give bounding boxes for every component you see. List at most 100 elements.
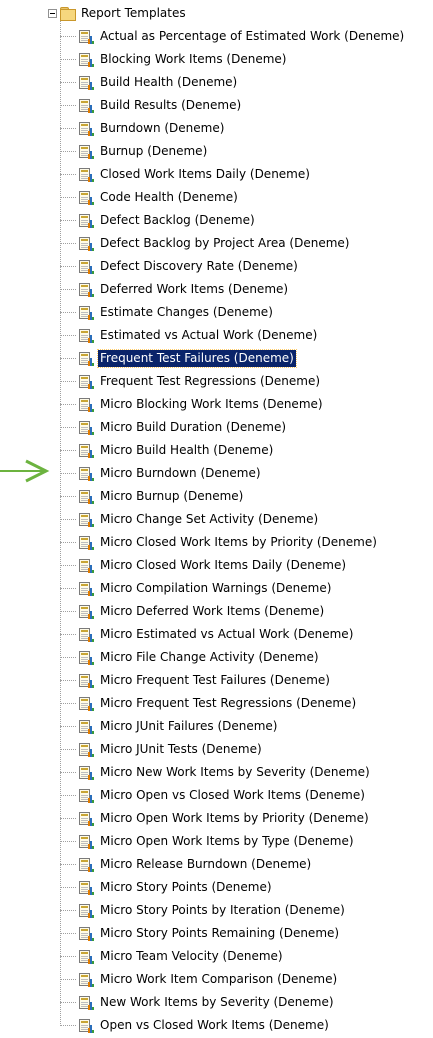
tree-connector xyxy=(60,220,76,221)
tree-item-report-template[interactable]: Micro File Change Activity (Deneme) xyxy=(60,646,321,669)
report-template-icon xyxy=(78,236,94,252)
tree-connector xyxy=(60,726,76,727)
report-template-icon xyxy=(78,190,94,206)
tree-item-report-template[interactable]: Micro Frequent Test Failures (Deneme) xyxy=(60,669,332,692)
tree-item-report-template[interactable]: Burndown (Deneme) xyxy=(60,117,226,140)
tree-item-label: Micro File Change Activity (Deneme) xyxy=(100,650,319,664)
tree-connector xyxy=(60,749,76,750)
tree-item-report-template[interactable]: Defect Backlog (Deneme) xyxy=(60,209,257,232)
tree-item-report-template[interactable]: Open vs Closed Work Items (Deneme) xyxy=(60,1014,331,1037)
collapse-minus-icon[interactable] xyxy=(48,8,57,18)
tree-item-label: Micro Release Burndown (Deneme) xyxy=(100,857,312,871)
tree-item-label: Build Results (Deneme) xyxy=(100,98,242,112)
tree-item-label: Micro Team Velocity (Deneme) xyxy=(100,949,283,963)
tree-item-report-template[interactable]: Closed Work Items Daily (Deneme) xyxy=(60,163,312,186)
tree-connector xyxy=(60,450,76,451)
tree-item-report-template[interactable]: Micro Work Item Comparison (Deneme) xyxy=(60,968,339,991)
report-template-icon xyxy=(78,1018,94,1034)
report-template-icon xyxy=(78,282,94,298)
tree-item-report-template[interactable]: Actual as Percentage of Estimated Work (… xyxy=(60,25,406,48)
report-template-icon xyxy=(78,742,94,758)
tree-item-report-template[interactable]: Defect Discovery Rate (Deneme) xyxy=(60,255,300,278)
tree-item-label: Micro Closed Work Items by Priority (Den… xyxy=(100,535,377,549)
tree-item-report-template[interactable]: Micro Deferred Work Items (Deneme) xyxy=(60,600,326,623)
tree-item-label: Open vs Closed Work Items (Deneme) xyxy=(100,1018,329,1032)
report-template-icon xyxy=(78,259,94,275)
tree-item-report-template[interactable]: Micro Burnup (Deneme) xyxy=(60,485,245,508)
tree-item-label: Burndown (Deneme) xyxy=(100,121,225,135)
tree-connector xyxy=(60,197,76,198)
tree-item-report-template[interactable]: Micro Team Velocity (Deneme) xyxy=(60,945,285,968)
tree-connector xyxy=(60,818,76,819)
report-template-icon xyxy=(78,351,94,367)
tree-item-report-template[interactable]: Micro JUnit Tests (Deneme) xyxy=(60,738,264,761)
tree-item-report-template[interactable]: Micro Compilation Warnings (Deneme) xyxy=(60,577,333,600)
tree-item-report-template[interactable]: Micro Burndown (Deneme) xyxy=(60,462,263,485)
tree-item-report-template[interactable]: Build Health (Deneme) xyxy=(60,71,239,94)
report-template-icon xyxy=(78,627,94,643)
tree-item-report-template[interactable]: Micro Build Duration (Deneme) xyxy=(60,416,288,439)
tree-connector xyxy=(60,473,76,474)
tree-item-report-template[interactable]: Micro Blocking Work Items (Deneme) xyxy=(60,393,325,416)
tree-item-report-template[interactable]: Estimate Changes (Deneme) xyxy=(60,301,275,324)
tree-connector xyxy=(60,910,76,911)
tree-item-report-template[interactable]: Deferred Work Items (Deneme) xyxy=(60,278,290,301)
tree-item-report-template[interactable]: Micro New Work Items by Severity (Deneme… xyxy=(60,761,372,784)
tree-item-label: Build Health (Deneme) xyxy=(100,75,238,89)
report-template-icon xyxy=(78,972,94,988)
tree-item-report-template[interactable]: Micro JUnit Failures (Deneme) xyxy=(60,715,280,738)
tree-item-report-template[interactable]: Burnup (Deneme) xyxy=(60,140,209,163)
tree-node-label: Report Templates xyxy=(81,6,186,20)
tree-item-report-template[interactable]: Build Results (Deneme) xyxy=(60,94,243,117)
report-template-icon xyxy=(78,420,94,436)
tree-item-report-template[interactable]: New Work Items by Severity (Deneme) xyxy=(60,991,336,1014)
tree-item-report-template[interactable]: Micro Closed Work Items by Priority (Den… xyxy=(60,531,379,554)
tree-item-report-template[interactable]: Blocking Work Items (Deneme) xyxy=(60,48,288,71)
report-template-icon xyxy=(78,29,94,45)
tree-item-report-template[interactable]: Micro Release Burndown (Deneme) xyxy=(60,853,313,876)
report-template-icon xyxy=(78,121,94,137)
report-template-icon xyxy=(78,52,94,68)
tree-connector xyxy=(60,243,76,244)
report-template-icon xyxy=(78,857,94,873)
tree-item-report-template[interactable]: Micro Open vs Closed Work Items (Deneme) xyxy=(60,784,367,807)
tree-item-label: Micro Open Work Items by Priority (Denem… xyxy=(100,811,369,825)
tree-connector xyxy=(60,59,76,60)
tree-item-report-template[interactable]: Frequent Test Regressions (Deneme) xyxy=(60,370,322,393)
tree-connector xyxy=(60,358,76,359)
tree-connector xyxy=(60,105,76,106)
report-template-icon xyxy=(78,489,94,505)
tree-connector xyxy=(60,657,76,658)
tree-item-label: Micro Frequent Test Regressions (Deneme) xyxy=(100,696,357,710)
tree-item-report-template[interactable]: Micro Story Points by Iteration (Deneme) xyxy=(60,899,347,922)
tree-connector xyxy=(60,956,76,957)
tree-item-label: Micro Open Work Items by Type (Deneme) xyxy=(100,834,354,848)
tree-item-report-template[interactable]: Defect Backlog by Project Area (Deneme) xyxy=(60,232,351,255)
tree-node-report-templates[interactable]: Report Templates xyxy=(48,3,186,23)
tree-item-label: Micro Burnup (Deneme) xyxy=(100,489,244,503)
tree-item-report-template[interactable]: Frequent Test Failures (Deneme) xyxy=(60,347,297,370)
report-template-icon xyxy=(78,834,94,850)
tree-item-report-template[interactable]: Micro Frequent Test Regressions (Deneme) xyxy=(60,692,358,715)
report-template-icon xyxy=(78,466,94,482)
tree-item-report-template[interactable]: Micro Closed Work Items Daily (Deneme) xyxy=(60,554,348,577)
tree-item-report-template[interactable]: Micro Story Points Remaining (Deneme) xyxy=(60,922,341,945)
folder-icon xyxy=(60,6,76,21)
report-template-icon xyxy=(78,650,94,666)
tree-item-report-template[interactable]: Code Health (Deneme) xyxy=(60,186,240,209)
tree-item-report-template[interactable]: Micro Estimated vs Actual Work (Deneme) xyxy=(60,623,355,646)
report-template-icon xyxy=(78,328,94,344)
tree-item-report-template[interactable]: Micro Open Work Items by Priority (Denem… xyxy=(60,807,371,830)
tree-item-label: Micro Burndown (Deneme) xyxy=(100,466,261,480)
tree-item-report-template[interactable]: Micro Build Health (Deneme) xyxy=(60,439,275,462)
tree-item-label: Micro Change Set Activity (Deneme) xyxy=(100,512,319,526)
tree-connector xyxy=(60,795,76,796)
tree-connector xyxy=(60,542,76,543)
tree-item-label: Defect Backlog by Project Area (Deneme) xyxy=(100,236,350,250)
tree-item-label: Micro Build Duration (Deneme) xyxy=(100,420,287,434)
tree-item-report-template[interactable]: Micro Story Points (Deneme) xyxy=(60,876,274,899)
tree-item-report-template[interactable]: Estimated vs Actual Work (Deneme) xyxy=(60,324,319,347)
tree-item-report-template[interactable]: Micro Open Work Items by Type (Deneme) xyxy=(60,830,356,853)
tree-item-report-template[interactable]: Micro Change Set Activity (Deneme) xyxy=(60,508,320,531)
report-template-icon xyxy=(78,949,94,965)
